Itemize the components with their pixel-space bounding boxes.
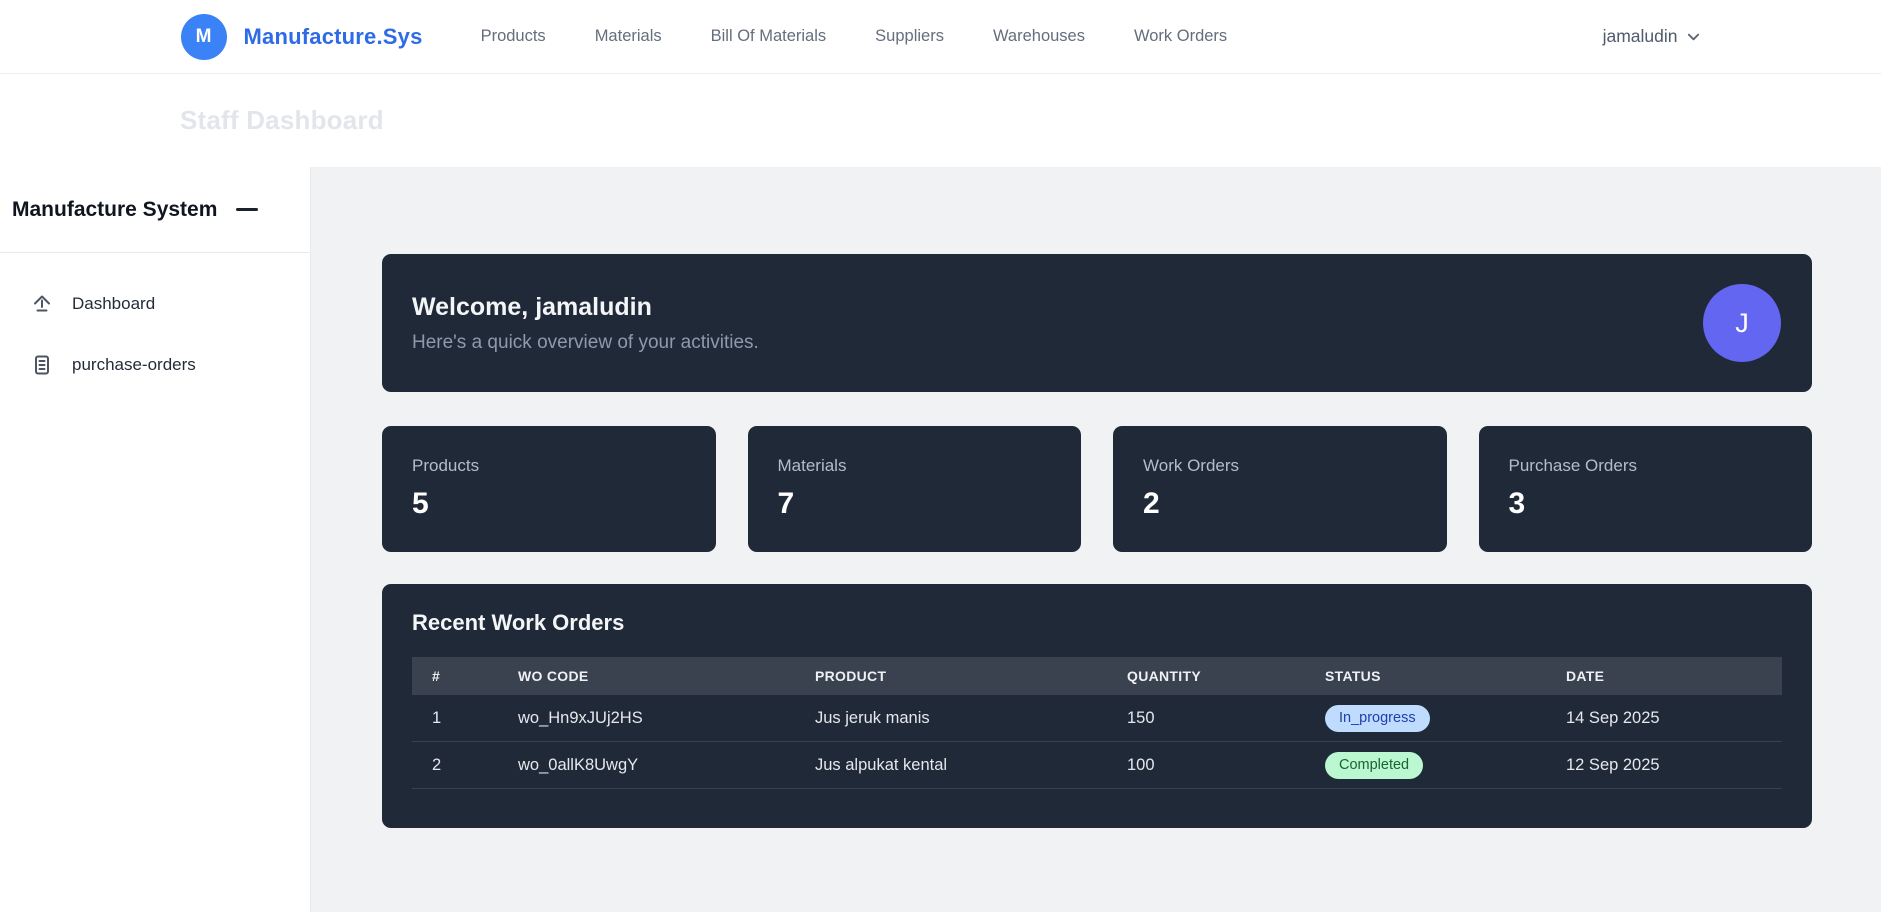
user-menu[interactable]: jamaludin (1603, 26, 1701, 47)
cell-date: 12 Sep 2025 (1566, 756, 1782, 775)
stat-value: 7 (778, 487, 1082, 521)
table-title: Recent Work Orders (412, 610, 1782, 636)
stats-row: Products 5 Materials 7 Work Orders 2 Pur… (382, 426, 1812, 552)
page-header: Staff Dashboard (0, 74, 1881, 167)
work-orders-table: # WO CODE PRODUCT QUANTITY STATUS DATE 1… (412, 657, 1782, 789)
cell-status: Completed (1325, 752, 1566, 779)
column-header-wo-code: WO CODE (518, 668, 815, 684)
welcome-text: Welcome, jamaludin Here's a quick overvi… (412, 293, 759, 354)
cell-wo-code: wo_0allK8UwgY (518, 756, 815, 775)
sidebar-item-dashboard[interactable]: Dashboard (0, 279, 310, 329)
sidebar-title: Manufacture System (12, 198, 217, 222)
minus-icon (236, 208, 258, 211)
sidebar: Manufacture System Dashboard (0, 167, 311, 912)
cell-status: In_progress (1325, 705, 1566, 732)
cell-date: 14 Sep 2025 (1566, 709, 1782, 728)
nav-link-products[interactable]: Products (481, 27, 546, 46)
sidebar-item-purchase-orders[interactable]: purchase-orders (0, 340, 310, 390)
top-navbar: M Manufacture.Sys Products Materials Bil… (0, 0, 1881, 74)
nav-link-work-orders[interactable]: Work Orders (1134, 27, 1227, 46)
welcome-card: Welcome, jamaludin Here's a quick overvi… (382, 254, 1812, 392)
cell-product: Jus alpukat kental (815, 756, 1127, 775)
avatar: J (1703, 284, 1781, 362)
chevron-down-icon (1686, 29, 1701, 44)
stat-card-purchase-orders: Purchase Orders 3 (1479, 426, 1813, 552)
table-row: 2 wo_0allK8UwgY Jus alpukat kental 100 C… (412, 742, 1782, 789)
recent-work-orders-card: Recent Work Orders # WO CODE PRODUCT QUA… (382, 584, 1812, 828)
stat-card-materials: Materials 7 (748, 426, 1082, 552)
stat-label: Materials (778, 456, 1082, 476)
primary-nav: Products Materials Bill Of Materials Sup… (481, 27, 1228, 46)
welcome-subtitle: Here's a quick overview of your activiti… (412, 332, 759, 354)
sidebar-nav: Dashboard purchase-orders (0, 253, 310, 401)
stat-label: Products (412, 456, 716, 476)
sidebar-collapse-button[interactable] (230, 202, 264, 217)
cell-index: 2 (412, 756, 518, 775)
stat-value: 2 (1143, 487, 1447, 521)
user-name: jamaludin (1603, 26, 1678, 47)
column-header-date: DATE (1566, 668, 1782, 684)
cell-quantity: 100 (1127, 756, 1325, 775)
stat-label: Work Orders (1143, 456, 1447, 476)
table-header-row: # WO CODE PRODUCT QUANTITY STATUS DATE (412, 657, 1782, 695)
status-badge: Completed (1325, 752, 1423, 779)
sidebar-item-label: purchase-orders (72, 355, 196, 375)
stat-card-work-orders: Work Orders 2 (1113, 426, 1447, 552)
brand-logo-icon: M (181, 14, 227, 60)
document-icon (31, 354, 53, 376)
table-row: 1 wo_Hn9xJUj2HS Jus jeruk manis 150 In_p… (412, 695, 1782, 742)
brand-name: Manufacture.Sys (244, 24, 423, 50)
column-header-quantity: QUANTITY (1127, 668, 1325, 684)
column-header-status: STATUS (1325, 668, 1566, 684)
column-header-index: # (412, 668, 518, 684)
sidebar-header: Manufacture System (0, 167, 310, 253)
dashboard-icon (31, 293, 53, 315)
main-content: Welcome, jamaludin Here's a quick overvi… (311, 167, 1881, 912)
stat-value: 5 (412, 487, 716, 521)
nav-link-warehouses[interactable]: Warehouses (993, 27, 1085, 46)
stat-value: 3 (1509, 487, 1813, 521)
stat-card-products: Products 5 (382, 426, 716, 552)
page-title: Staff Dashboard (180, 105, 384, 136)
brand[interactable]: M Manufacture.Sys (181, 14, 423, 60)
nav-link-materials[interactable]: Materials (595, 27, 662, 46)
nav-link-bill-of-materials[interactable]: Bill Of Materials (711, 27, 827, 46)
cell-quantity: 150 (1127, 709, 1325, 728)
welcome-title: Welcome, jamaludin (412, 293, 759, 322)
cell-wo-code: wo_Hn9xJUj2HS (518, 709, 815, 728)
status-badge: In_progress (1325, 705, 1430, 732)
page: M Manufacture.Sys Products Materials Bil… (0, 0, 1881, 912)
sidebar-item-label: Dashboard (72, 294, 155, 314)
stat-label: Purchase Orders (1509, 456, 1813, 476)
cell-index: 1 (412, 709, 518, 728)
cell-product: Jus jeruk manis (815, 709, 1127, 728)
nav-link-suppliers[interactable]: Suppliers (875, 27, 944, 46)
column-header-product: PRODUCT (815, 668, 1127, 684)
